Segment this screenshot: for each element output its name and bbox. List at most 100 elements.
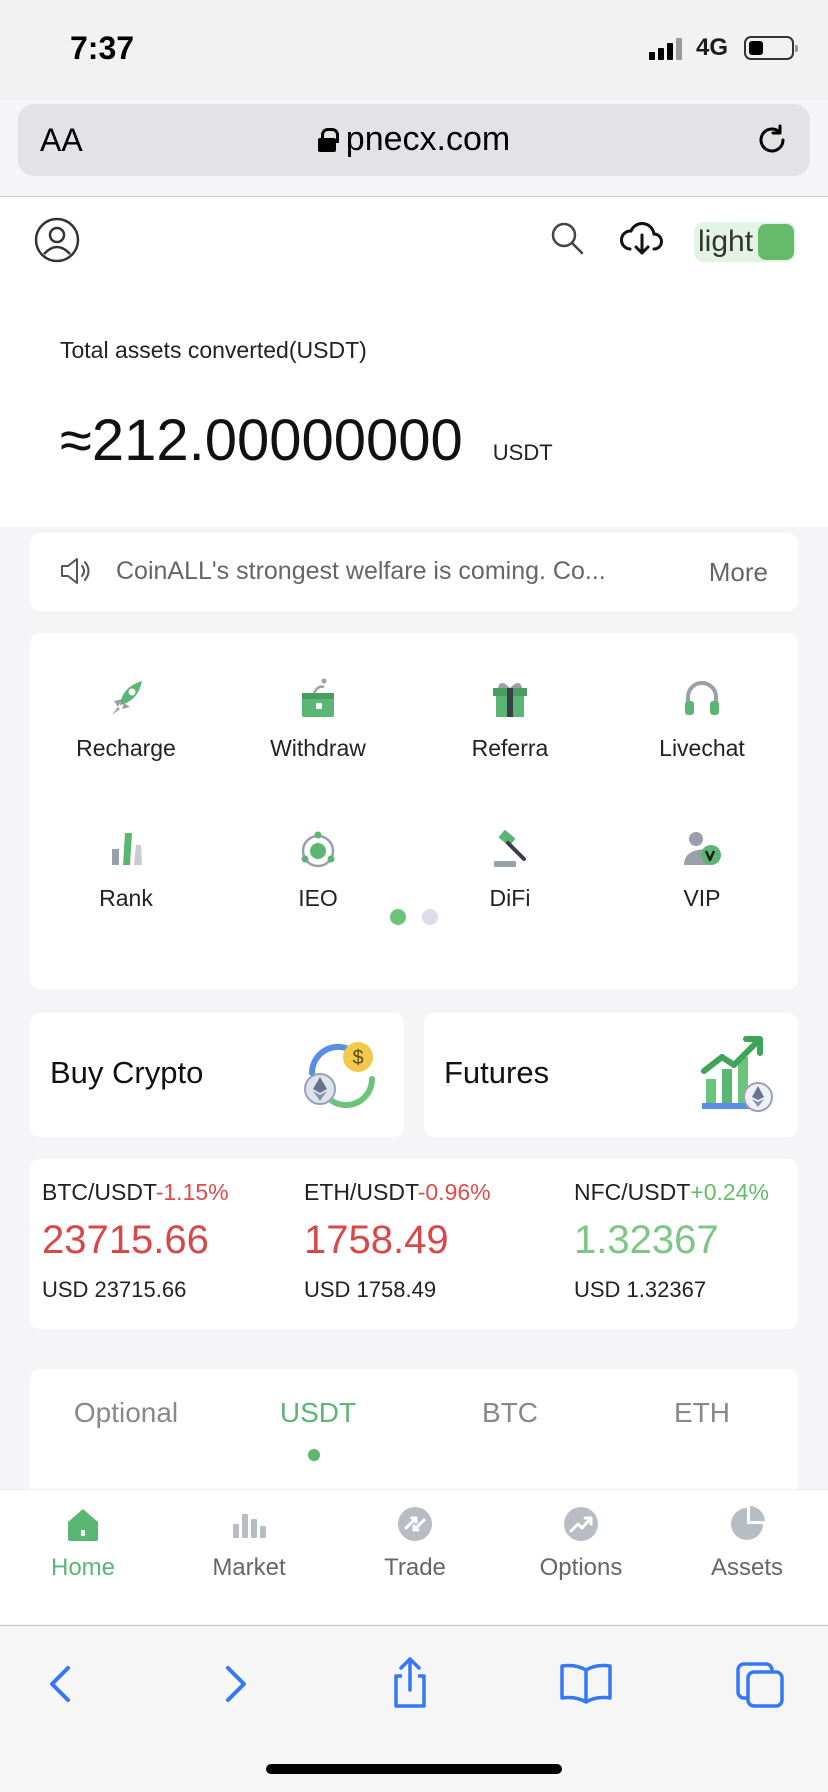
crypto-exchange-icon: $ <box>304 1042 376 1109</box>
ticker-change: -1.15% <box>155 1179 229 1205</box>
futures-chart-icon <box>701 1036 773 1112</box>
signal-strength-icon <box>648 36 682 60</box>
nav-trade[interactable]: Trade <box>332 1504 498 1582</box>
nav-home[interactable]: Home <box>0 1504 166 1582</box>
ticker-usd-value: USD 23715.66 <box>42 1277 187 1302</box>
menu-label-rank: Rank <box>99 885 153 911</box>
menu-item-ieo[interactable]: IEO <box>222 825 414 945</box>
page-content: light Total assets converted(USDT) ≈212.… <box>0 197 828 1489</box>
rocket-icon <box>112 681 142 715</box>
share-icon[interactable] <box>382 1656 438 1712</box>
ticker-change: +0.24% <box>690 1179 769 1205</box>
buy-crypto-card[interactable]: Buy Crypto $ <box>30 1013 404 1137</box>
market-tabs: Optional USDT BTC ETH <box>30 1369 798 1489</box>
svg-text:$: $ <box>352 1047 363 1069</box>
menu-item-rank[interactable]: Rank <box>30 825 222 945</box>
back-icon[interactable] <box>32 1656 88 1712</box>
url-text: pnecx.com <box>345 120 511 158</box>
menu-page-indicator <box>30 909 798 925</box>
futures-card[interactable]: Futures <box>424 1013 798 1137</box>
headset-icon <box>685 681 719 715</box>
announcement-more-link[interactable]: More <box>709 557 768 588</box>
menu-item-referral[interactable]: Referra <box>414 675 606 795</box>
announcement-text[interactable]: CoinALL's strongest welfare is coming. C… <box>116 557 676 586</box>
user-profile-icon[interactable] <box>34 217 80 263</box>
nav-assets[interactable]: Assets <box>664 1504 828 1582</box>
pie-chart-icon <box>731 1506 765 1540</box>
battery-icon <box>744 36 798 60</box>
ticker-eth[interactable]: ETH/USDT-0.96% 1758.49 USD 1758.49 <box>304 1179 491 1303</box>
ticker-pair: ETH/USDT <box>304 1179 418 1205</box>
search-icon[interactable] <box>548 219 586 257</box>
bottom-navigation: Home Market Trade Options Assets <box>0 1489 828 1624</box>
cloud-download-icon[interactable] <box>618 217 666 259</box>
announcement-bar[interactable]: CoinALL's strongest welfare is coming. C… <box>30 533 798 611</box>
theme-toggle-knob <box>758 224 794 260</box>
ticker-pair-row: BTC/USDT-1.15% <box>42 1179 229 1206</box>
ticker-price: 1758.49 <box>304 1218 449 1262</box>
nav-options[interactable]: Options <box>498 1504 664 1582</box>
tab-btc[interactable]: BTC <box>414 1397 606 1429</box>
nav-label-assets: Assets <box>710 1554 784 1581</box>
tab-optional[interactable]: Optional <box>30 1397 222 1429</box>
wallet-icon <box>302 678 334 717</box>
nav-label-trade: Trade <box>384 1554 446 1581</box>
lock-icon <box>317 127 339 152</box>
menu-label-ieo: IEO <box>298 885 338 911</box>
gift-icon <box>493 683 527 717</box>
network-type: 4G <box>695 34 728 61</box>
menu-item-recharge[interactable]: Recharge <box>30 675 222 795</box>
ticker-change: -0.96% <box>417 1179 491 1205</box>
browser-address-bar[interactable]: AA pnecx.com <box>18 104 810 176</box>
menu-item-withdraw[interactable]: Withdraw <box>222 675 414 795</box>
theme-toggle[interactable]: light <box>694 222 796 262</box>
forward-icon[interactable] <box>208 1656 264 1712</box>
menu-item-difi[interactable]: DiFi <box>414 825 606 945</box>
menu-item-livechat[interactable]: Livechat <box>606 675 798 795</box>
menu-item-vip[interactable]: VIP <box>606 825 798 945</box>
home-icon <box>68 1509 98 1541</box>
rank-bars-icon <box>112 833 142 865</box>
home-indicator <box>266 1764 562 1774</box>
status-indicators: 4G <box>648 34 798 62</box>
total-assets-unit: USDT <box>492 440 553 465</box>
ticker-strip: BTC/USDT-1.15% 23715.66 USD 23715.66 ETH… <box>30 1159 798 1329</box>
theme-toggle-label: light <box>698 225 754 258</box>
ticker-pair: BTC/USDT <box>42 1179 156 1205</box>
page-dot[interactable] <box>422 909 438 925</box>
total-assets-value: ≈212.00000000 <box>60 408 463 473</box>
page-dot-active[interactable] <box>390 909 406 925</box>
reload-icon[interactable] <box>752 120 792 160</box>
tab-usdt[interactable]: USDT <box>222 1397 414 1429</box>
ticker-pair-row: ETH/USDT-0.96% <box>304 1179 491 1206</box>
quick-menu: Recharge Withdraw Referra Livechat Rank … <box>30 633 798 989</box>
ticker-usd-value: USD 1.32367 <box>574 1277 707 1302</box>
status-time: 7:37 <box>70 30 135 66</box>
menu-label-difi: DiFi <box>489 885 531 911</box>
vip-user-icon <box>684 832 721 865</box>
active-tab-indicator <box>308 1449 320 1461</box>
menu-label-livechat: Livechat <box>659 735 745 761</box>
ticker-price: 1.32367 <box>574 1218 719 1262</box>
ticker-price: 23715.66 <box>42 1218 209 1262</box>
market-bars-icon <box>233 1514 266 1538</box>
options-trend-icon <box>564 1507 598 1541</box>
ticker-btc[interactable]: BTC/USDT-1.15% 23715.66 USD 23715.66 <box>42 1179 229 1303</box>
tab-eth[interactable]: ETH <box>606 1397 798 1429</box>
tabs-icon[interactable] <box>734 1656 790 1712</box>
menu-label-withdraw: Withdraw <box>270 735 366 761</box>
ticker-nfc[interactable]: NFC/USDT+0.24% 1.32367 USD 1.32367 <box>574 1179 769 1303</box>
trade-icon <box>398 1507 432 1541</box>
futures-label: Futures <box>444 1055 550 1090</box>
ticker-usd-value: USD 1758.49 <box>304 1277 437 1302</box>
total-assets-value-row: ≈212.00000000 USDT <box>60 407 553 474</box>
url-display[interactable]: pnecx.com <box>18 120 810 159</box>
nav-label-market: Market <box>212 1554 286 1581</box>
bookmarks-icon[interactable] <box>558 1656 614 1712</box>
gavel-icon <box>494 830 526 867</box>
nav-label-options: Options <box>539 1554 623 1581</box>
nav-label-home: Home <box>50 1554 116 1581</box>
ticker-pair-row: NFC/USDT+0.24% <box>574 1179 769 1206</box>
nav-market[interactable]: Market <box>166 1504 332 1582</box>
menu-label-vip: VIP <box>683 885 721 911</box>
